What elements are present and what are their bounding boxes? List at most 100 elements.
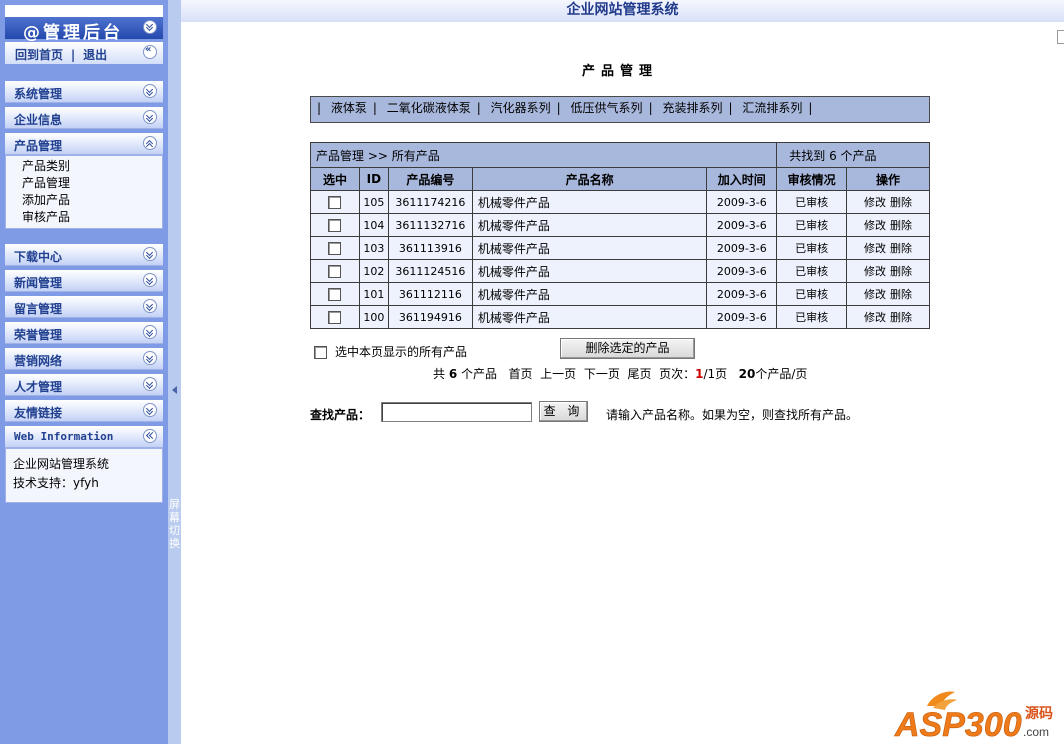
search-input[interactable] (381, 402, 532, 422)
delete-link[interactable]: 删除 (890, 196, 912, 209)
cell-date: 2009-3-6 (706, 236, 778, 260)
delete-link[interactable]: 删除 (890, 288, 912, 301)
select-all-label[interactable]: 选中本页显示的所有产品 (335, 345, 467, 359)
cell-name[interactable]: 机械零件产品 (471, 259, 708, 283)
expand-icon[interactable] (143, 110, 157, 124)
cell-id: 100 (358, 305, 389, 329)
screen-toggle-label: 屏幕切换 (169, 498, 180, 550)
delete-link[interactable]: 删除 (890, 311, 912, 324)
row-checkbox[interactable] (328, 241, 342, 255)
banner-title: 企业网站管理系统 (566, 2, 679, 18)
expand-icon[interactable] (143, 299, 157, 313)
menu-products[interactable]: 产品管理 (5, 133, 163, 155)
pager-per-page-suffix: 个产品/页 (755, 367, 808, 381)
row-checkbox[interactable] (328, 218, 342, 232)
pager-next[interactable]: 下一页 (584, 367, 620, 381)
delete-link[interactable]: 删除 (890, 242, 912, 255)
edit-link[interactable]: 修改 (864, 288, 886, 301)
cell-id: 102 (358, 259, 389, 283)
delete-link[interactable]: 删除 (890, 265, 912, 278)
expand-icon[interactable] (143, 377, 157, 391)
search-hint: 请输入产品名称。如果为空，则查找所有产品。 (606, 408, 859, 422)
delete-link[interactable]: 删除 (890, 219, 912, 232)
select-all-checkbox[interactable] (314, 346, 327, 359)
arrow-left-icon[interactable] (172, 386, 177, 394)
screen-toggle-bar[interactable]: 屏幕切换 (168, 0, 181, 744)
menu-item-product-category[interactable]: 产品类别 (6, 158, 162, 175)
breadcrumb: 产品管理 >> 所有产品 (309, 142, 778, 168)
expand-icon[interactable] (143, 403, 157, 417)
menu-system[interactable]: 系统管理 (5, 81, 163, 103)
pager-prev[interactable]: 上一页 (540, 367, 576, 381)
row-checkbox[interactable] (328, 287, 342, 301)
home-link[interactable]: 回到首页 (15, 48, 63, 62)
menu-item-review-product[interactable]: 审核产品 (6, 209, 162, 226)
category-co2-pump[interactable]: 二氧化碳液体泵 (387, 101, 471, 115)
cell-status: 已审核 (776, 259, 848, 283)
cell-name[interactable]: 机械零件产品 (471, 213, 708, 237)
menu-web-information-label: Web Information (14, 430, 114, 443)
cell-id: 104 (358, 213, 389, 237)
category-low-pressure[interactable]: 低压供气系列 (571, 101, 643, 115)
product-table: 产品管理 >> 所有产品 共找到 6 个产品 选中 ID 产品编号 产品名称 加… (309, 142, 930, 329)
cell-code: 361112116 (387, 282, 473, 306)
edit-link[interactable]: 修改 (864, 265, 886, 278)
expand-icon[interactable] (143, 351, 157, 365)
menu-news[interactable]: 新闻管理 (5, 270, 163, 292)
delete-selected-button[interactable]: 删除选定的产品 (560, 338, 695, 359)
category-separator: | (808, 101, 813, 115)
expand-icon[interactable] (143, 247, 157, 261)
category-manifold[interactable]: 汇流排系列 (742, 101, 802, 115)
menu-talent[interactable]: 人才管理 (5, 374, 163, 396)
cell-name[interactable]: 机械零件产品 (471, 305, 708, 329)
edit-link[interactable]: 修改 (864, 311, 886, 324)
edit-link[interactable]: 修改 (864, 196, 886, 209)
menu-company-info[interactable]: 企业信息 (5, 107, 163, 129)
expand-icon[interactable] (143, 273, 157, 287)
pager-first[interactable]: 首页 (509, 367, 533, 381)
logout-link[interactable]: 退出 (83, 48, 107, 62)
menu-links[interactable]: 友情链接 (5, 400, 163, 422)
row-checkbox[interactable] (328, 195, 342, 209)
category-liquid-pump[interactable]: 液体泵 (331, 101, 367, 115)
cell-status: 已审核 (776, 213, 848, 237)
edit-link[interactable]: 修改 (864, 242, 886, 255)
menu-web-information[interactable]: Web Information (5, 426, 163, 448)
collapse-all-icon[interactable] (143, 20, 157, 34)
cell-name[interactable]: 机械零件产品 (471, 190, 708, 214)
menu-honors[interactable]: 荣誉管理 (5, 322, 163, 344)
col-select: 选中 (310, 167, 360, 191)
collapse-left-icon[interactable] (143, 429, 157, 443)
cell-name[interactable]: 机械零件产品 (471, 236, 708, 260)
info-support: 技术支持：yfyh (13, 476, 99, 490)
pager-last[interactable]: 尾页 (627, 367, 651, 381)
category-separator: | (317, 101, 322, 115)
cell-name[interactable]: 机械零件产品 (471, 282, 708, 306)
category-filling[interactable]: 充装排系列 (662, 101, 722, 115)
found-count: 共找到 6 个产品 (776, 142, 930, 168)
menu-downloads-label: 下载中心 (14, 250, 63, 264)
table-row: 104 3611132716 机械零件产品 2009-3-6 已审核 修改 删除 (310, 213, 930, 237)
menu-honors-label: 荣誉管理 (14, 328, 63, 342)
menu-item-add-product[interactable]: 添加产品 (6, 192, 162, 209)
menu-messages[interactable]: 留言管理 (5, 296, 163, 318)
category-separator: | (372, 101, 377, 115)
expand-icon[interactable] (143, 84, 157, 98)
scrollbar-edge[interactable] (1057, 30, 1064, 44)
collapse-left-icon[interactable]: « (143, 44, 157, 59)
row-checkbox[interactable] (328, 264, 342, 278)
row-checkbox[interactable] (328, 310, 342, 324)
col-id: ID (358, 167, 389, 191)
sidebar: @管理后台 回到首页 | 退出 « 系统管理 企业信息 产品管理 产品类别 产品… (0, 0, 168, 744)
menu-marketing[interactable]: 营销网络 (5, 348, 163, 370)
menu-item-product-manage[interactable]: 产品管理 (6, 175, 162, 192)
collapse-icon[interactable] (143, 136, 157, 150)
cell-status: 已审核 (776, 305, 848, 329)
expand-icon[interactable] (143, 325, 157, 339)
category-vaporizer[interactable]: 汽化器系列 (491, 101, 551, 115)
cell-id: 105 (358, 190, 389, 214)
menu-downloads[interactable]: 下载中心 (5, 244, 163, 266)
edit-link[interactable]: 修改 (864, 219, 886, 232)
search-button[interactable]: 查 询 (539, 401, 588, 422)
select-all-row: 选中本页显示的所有产品 (314, 343, 467, 360)
